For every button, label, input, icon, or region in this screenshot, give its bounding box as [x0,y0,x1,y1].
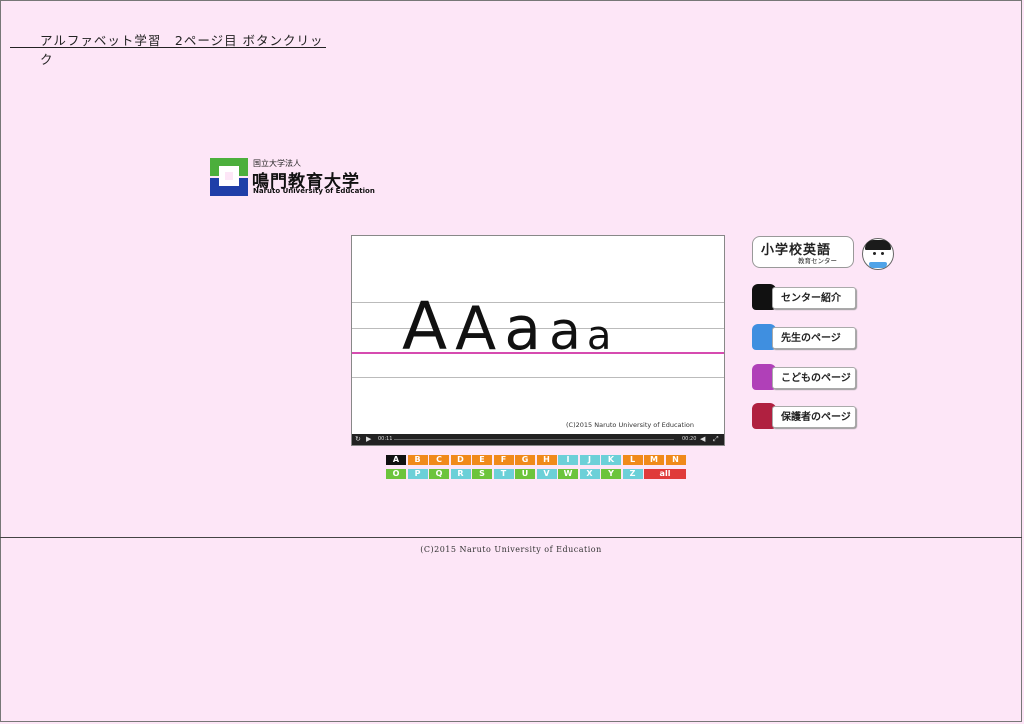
letter: a [586,313,612,359]
logo-english: Naruto University of Education [253,187,375,195]
letter-button-n[interactable]: N [665,455,686,465]
letter-button-b[interactable]: B [407,455,428,465]
footer-copyright: (C)2015 Naruto University of Education [420,545,602,554]
letter-button-o[interactable]: O [386,469,406,479]
menu-label: こどものページ [772,367,856,389]
letter-button-k[interactable]: K [601,455,621,465]
menu-label: 保護者のページ [772,406,856,428]
footer-divider [0,537,1022,538]
letter-button-r[interactable]: R [450,469,471,479]
video-player[interactable]: AAaaa (C)2015 Naruto University of Educa… [351,235,725,446]
letter: A [455,294,497,364]
letter-button-g[interactable]: G [515,455,535,465]
play-icon[interactable]: ▶ [366,434,371,445]
replay-icon[interactable]: ↻ [355,434,361,445]
center-subtitle: 教育センター [798,257,837,265]
letter-button-m[interactable]: M [644,455,664,465]
letter-button-c[interactable]: C [429,455,449,465]
letter-button-h[interactable]: H [536,455,557,465]
letter-button-e[interactable]: E [472,455,492,465]
letter-button-i[interactable]: I [558,455,578,465]
english-center-title[interactable]: 小学校英語 教育センター [752,236,854,268]
letter-button-q[interactable]: Q [429,469,449,479]
letter-button-x[interactable]: X [579,469,600,479]
boy-mascot-icon [862,238,894,270]
letter: A [402,288,448,365]
menu-kids-page[interactable]: こどものページ [752,364,858,391]
menu-parents-page[interactable]: 保護者のページ [752,403,858,430]
video-controls: ↻ ▶ 00:11 00:20 ◀ ⤢ [352,434,724,445]
fullscreen-icon[interactable]: ⤢ [713,434,719,445]
letter-button-y[interactable]: Y [601,469,621,479]
letter-button-u[interactable]: U [515,469,535,479]
letter-button-j[interactable]: J [579,455,600,465]
letter-button-all[interactable]: all [644,469,686,479]
letter-button-t[interactable]: T [493,469,514,479]
current-time: 00:11 [378,436,393,442]
menu-label: センター紹介 [772,287,856,309]
letter-button-p[interactable]: P [407,469,428,479]
page-header: アルファベット学習 2ページ目 ボタンクリック [10,27,326,67]
letter-button-l[interactable]: L [622,455,643,465]
menu-label: 先生のページ [772,327,856,349]
letter: a [504,294,541,364]
guide-line [352,377,724,378]
letter-button-s[interactable]: S [472,469,492,479]
letter-button-v[interactable]: V [536,469,557,479]
university-logo-icon [210,158,248,196]
letter-display: AAaaa [402,288,611,368]
letter: a [548,302,581,362]
letter-button-d[interactable]: D [450,455,471,465]
total-time: 00:20 [682,436,697,442]
video-copyright: (C)2015 Naruto University of Education [566,421,694,429]
page-title: アルファベット学習 2ページ目 ボタンクリック [40,33,324,67]
progress-bar[interactable] [394,439,674,440]
letter-button-a[interactable]: A [386,455,406,465]
menu-center-intro[interactable]: センター紹介 [752,284,858,311]
menu-teachers-page[interactable]: 先生のページ [752,324,858,351]
letter-button-w[interactable]: W [558,469,578,479]
volume-icon[interactable]: ◀ [700,434,705,445]
letter-button-f[interactable]: F [493,455,514,465]
letter-button-z[interactable]: Z [622,469,643,479]
university-logo[interactable]: 国立大学法人 鳴門教育大学 Naruto University of Educa… [210,158,390,200]
